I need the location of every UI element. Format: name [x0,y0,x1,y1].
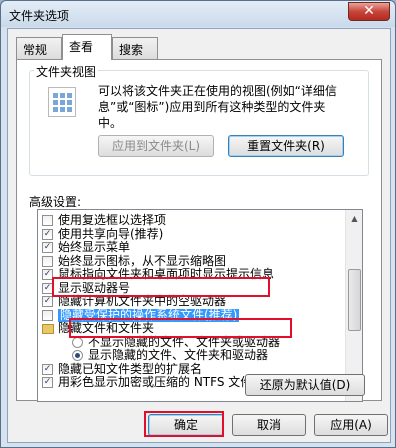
setting-label: 隐藏已知文件类型的扩展名 [58,361,203,376]
folder-icon [42,324,54,334]
checkbox-item[interactable]: ✓ 隐藏计算机文件夹中的空驱动器 [38,295,346,308]
view-tab-panel: 文件夹视图 可以将该文件夹正在使用的视图(例如“详细信息”或“图标”)应用到所有… [16,59,382,402]
radio-selected-icon[interactable] [72,350,83,361]
checkbox-checked-icon[interactable]: ✓ [42,363,53,375]
folder-view-icon [48,87,76,117]
checkbox-item[interactable]: ✓ 使用共享向导(推荐) [38,226,346,241]
ok-button[interactable]: 确定 [148,414,224,436]
folder-views-group: 文件夹视图 可以将该文件夹正在使用的视图(例如“详细信息”或“图标”)应用到所有… [29,63,369,176]
advanced-settings-label: 高级设置: [29,195,82,209]
radio-item[interactable]: 不显示隐藏的文件、文件夹或驱动器 [38,334,346,349]
setting-label: 显示驱动器号 [58,280,131,295]
checkbox-unchecked-icon[interactable] [42,309,53,321]
checkbox-item[interactable]: 隐藏受保护的操作系统文件(推荐) [38,307,346,322]
close-button[interactable]: ✕ [348,2,390,21]
checkbox-unchecked-icon[interactable] [42,255,53,267]
vertical-scrollbar[interactable]: ▲ ▼ [345,210,362,401]
tab-view-label: 查看 [69,40,94,54]
setting-label: 用彩色显示加密或压缩的 NTFS 文件 [58,375,253,389]
checkbox-checked-icon[interactable]: ✓ [42,296,53,307]
dialog-client: 常规 查看 搜索 文件夹视图 可以将该文件夹正在使用的视图(例如“详细信息”或“… [7,28,391,443]
tab-search-label: 搜索 [119,43,144,57]
setting-label: 使用共享向导(推荐) [58,226,164,241]
checkbox-checked-icon[interactable]: ✓ [42,242,53,253]
radio-item[interactable]: 显示隐藏的文件、文件夹和驱动器 [38,349,346,362]
checkbox-checked-icon[interactable]: ✓ [42,269,53,280]
setting-label: 隐藏受保护的操作系统文件(推荐) [58,307,240,322]
tab-view[interactable]: 查看 [62,34,112,60]
cancel-button[interactable]: 取消 [232,414,306,436]
tree-folder-item[interactable]: 隐藏文件和文件夹 [38,322,346,335]
tab-general[interactable]: 常规 [16,37,62,59]
checkbox-item[interactable]: ✓ 显示驱动器号 [38,280,346,295]
setting-label: 不显示隐藏的文件、文件夹或驱动器 [88,334,281,349]
checkbox-checked-icon[interactable]: ✓ [42,228,53,240]
setting-label: 使用复选框以选择项 [58,213,167,227]
checkbox-item[interactable]: 使用复选框以选择项 [38,214,346,227]
radio-unselected-icon[interactable] [72,336,83,348]
folder-options-window: 文件夹选项 ✕ 常规 查看 搜索 文件夹视图 可以将该文件夹正在使用的视图(例如… [0,0,396,448]
checkbox-item[interactable]: 始终显示图标，从不显示缩略图 [38,253,346,268]
checkbox-checked-icon[interactable]: ✓ [42,377,53,388]
setting-label: 始终显示图标，从不显示缩略图 [58,253,227,268]
folder-views-description: 可以将该文件夹正在使用的视图(例如“详细信息”或“图标”)应用到所有这种类型的文… [98,84,337,130]
folder-views-label: 文件夹视图 [34,63,99,80]
reset-folders-button[interactable]: 重置文件夹(R) [228,135,344,157]
checkbox-checked-icon[interactable]: ✓ [42,282,53,294]
setting-label: 隐藏文件和文件夹 [58,321,155,335]
tab-search[interactable]: 搜索 [112,37,158,59]
close-icon: ✕ [363,3,375,19]
checkbox-item[interactable]: ✓ 鼠标指向文件夹和桌面项时显示提示信息 [38,268,346,281]
window-title: 文件夹选项 [9,9,70,23]
setting-label: 显示隐藏的文件、文件夹和驱动器 [88,348,269,362]
apply-button[interactable]: 应用(A) [314,414,388,436]
apply-to-folders-button[interactable]: 应用到文件夹(L) [98,135,214,157]
setting-label: 隐藏计算机文件夹中的空驱动器 [58,294,227,308]
scroll-up-icon[interactable]: ▲ [347,211,362,226]
scrollbar-thumb[interactable] [348,269,361,331]
title-bar[interactable]: 文件夹选项 ✕ [1,1,395,27]
setting-label: 鼠标指向文件夹和桌面项时显示提示信息 [58,267,275,281]
restore-defaults-button[interactable]: 还原为默认值(D) [245,374,365,396]
setting-label: 始终显示菜单 [58,240,131,254]
tab-general-label: 常规 [23,43,48,57]
checkbox-unchecked-icon[interactable] [42,215,53,226]
checkbox-item[interactable]: ✓ 始终显示菜单 [38,241,346,254]
